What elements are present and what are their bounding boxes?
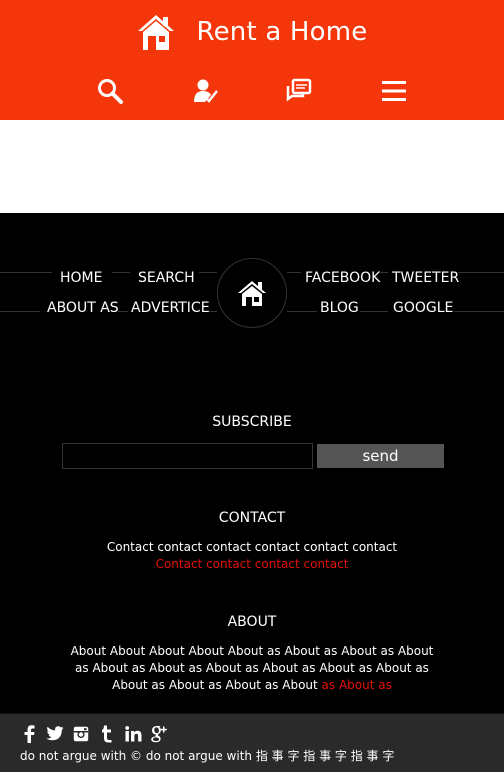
divider [199, 272, 217, 273]
footer-link-about[interactable]: ABOUT AS [47, 299, 119, 317]
facebook-icon[interactable] [20, 724, 38, 744]
contact-link[interactable]: Contact contact contact contact [40, 556, 464, 573]
copyright-text: do not argue with © do not argue with 指 … [20, 749, 395, 763]
header: Rent a Home [0, 0, 504, 120]
about-text: About About About About About as About a… [62, 643, 442, 694]
divider [0, 272, 52, 273]
tumblr-icon[interactable] [98, 724, 116, 744]
app-title: Rent a Home [196, 17, 368, 47]
divider [0, 311, 40, 312]
footer-link-search[interactable]: SEARCH [138, 269, 195, 287]
twitter-icon[interactable] [46, 724, 64, 744]
brand[interactable]: Rent a Home [0, 10, 504, 54]
footer-link-blog[interactable]: BLOG [320, 299, 359, 317]
divider [118, 311, 128, 312]
about-link[interactable]: as About as [318, 678, 392, 692]
footer-link-google[interactable]: GOOGLE [393, 299, 453, 317]
social-links [20, 722, 176, 746]
divider [454, 311, 504, 312]
content-area [0, 120, 504, 213]
divider [287, 272, 301, 273]
home-icon [238, 281, 266, 306]
footer-link-advertice[interactable]: ADVERTICE [131, 299, 210, 317]
divider [112, 272, 130, 273]
menu-icon[interactable] [377, 74, 411, 108]
contact-line: Contact contact contact contact contact … [106, 540, 398, 554]
user-check-icon[interactable] [188, 74, 222, 108]
divider [458, 272, 504, 273]
bottom-bar: do not argue with © do not argue with 指 … [0, 713, 504, 772]
about-title: ABOUT [227, 614, 277, 630]
divider [380, 272, 388, 273]
contact-text: Contact contact contact contact contact … [40, 539, 464, 573]
instagram-icon[interactable] [72, 724, 90, 744]
header-nav [0, 74, 504, 108]
send-button[interactable]: send [317, 444, 444, 468]
subscribe-title: SUBSCRIBE [212, 414, 292, 430]
chat-icon[interactable] [282, 74, 316, 108]
googleplus-icon[interactable] [150, 724, 168, 744]
subscribe-email-input[interactable] [62, 443, 313, 469]
footer-link-facebook[interactable]: FACEBOOK [305, 269, 380, 287]
footer-link-tweeter[interactable]: TWEETER [392, 269, 459, 287]
linkedin-icon[interactable] [124, 724, 142, 744]
home-icon [136, 12, 176, 52]
contact-title: CONTACT [218, 510, 286, 526]
footer-home-button[interactable] [217, 258, 287, 328]
divider [287, 311, 317, 312]
divider [360, 311, 388, 312]
search-icon[interactable] [93, 74, 127, 108]
footer-link-home[interactable]: HOME [60, 269, 102, 287]
footer-nav: HOME SEARCH ABOUT AS ADVERTICE FACEBOOK … [0, 213, 504, 373]
